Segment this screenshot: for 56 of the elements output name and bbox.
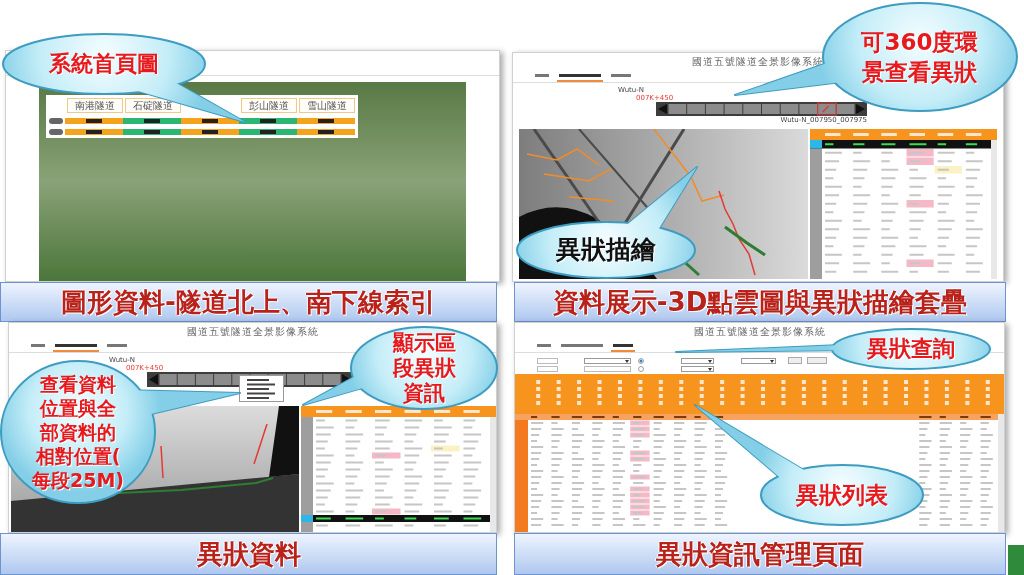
callout-text: 異狀查詢 bbox=[867, 336, 955, 362]
direction-pill-icon bbox=[49, 118, 63, 124]
radio-button[interactable] bbox=[638, 358, 644, 364]
dropdown-field[interactable] bbox=[681, 366, 714, 372]
tunnel-segment[interactable] bbox=[239, 129, 297, 135]
tab[interactable] bbox=[557, 73, 603, 82]
dropdown-field[interactable] bbox=[741, 358, 776, 364]
panel-caption: 異狀資料 bbox=[0, 533, 497, 575]
tunnel-header-cell[interactable]: 彭山隧道 bbox=[241, 98, 297, 113]
radio-button[interactable] bbox=[638, 366, 644, 372]
callout-text: 查看資料 位置與全 部資料的 相對位置( 每段25M) bbox=[32, 372, 124, 492]
tunnel-header-cell[interactable]: 南港隧道 bbox=[67, 98, 123, 113]
input-field[interactable] bbox=[537, 366, 558, 372]
tag-icon bbox=[202, 130, 218, 134]
callout-text: 異狀列表 bbox=[796, 481, 888, 509]
tunnel-segment[interactable] bbox=[65, 129, 123, 135]
tab[interactable] bbox=[53, 343, 99, 352]
callout-text: 可360度環 景查看異狀 bbox=[861, 28, 979, 87]
callout-text: 系統首頁圖 bbox=[49, 51, 159, 77]
callout-text: 異狀描繪 bbox=[556, 236, 656, 264]
tab[interactable] bbox=[611, 343, 635, 352]
image-strip[interactable] bbox=[656, 102, 867, 116]
caret-icon bbox=[770, 359, 774, 363]
window-title: 國道五號隧道全景影像系統 bbox=[186, 326, 319, 338]
callout-text: 顯示區 段異狀 資訊 bbox=[392, 330, 456, 406]
panel-caption: 異狀資訊管理頁面 bbox=[514, 533, 1006, 575]
tag-icon bbox=[260, 130, 276, 134]
popup-menu-drawing bbox=[239, 375, 284, 402]
tunnel-segment[interactable] bbox=[239, 118, 297, 124]
tunnel-segment[interactable] bbox=[297, 118, 355, 124]
panel-caption: 資料展示-3D點雲圖與異狀描繪套疊 bbox=[514, 282, 1006, 322]
tunnel-segment[interactable] bbox=[181, 118, 239, 124]
dropdown-field[interactable] bbox=[584, 358, 631, 364]
tag-icon bbox=[86, 119, 102, 123]
window-title: 國道五號隧道全景影像系統 bbox=[693, 326, 826, 338]
caret-icon bbox=[625, 359, 629, 363]
tag-icon bbox=[260, 119, 276, 123]
tunnel-segment[interactable] bbox=[123, 129, 181, 135]
tag-icon bbox=[202, 119, 218, 123]
tunnel-segment[interactable] bbox=[65, 118, 123, 124]
input-field[interactable] bbox=[537, 358, 558, 364]
tag-icon bbox=[318, 130, 334, 134]
corner-decoration bbox=[1008, 545, 1024, 575]
tunnel-header-cell[interactable]: 石碇隧道 bbox=[125, 98, 181, 113]
tag-icon bbox=[318, 119, 334, 123]
tag-icon bbox=[86, 130, 102, 134]
panel-caption: 圖形資料-隧道北上、南下線索引 bbox=[0, 282, 497, 322]
input-field[interactable] bbox=[584, 366, 631, 372]
tunnel-segment[interactable] bbox=[123, 118, 181, 124]
tag-icon bbox=[144, 130, 160, 134]
tunnel-header-cell[interactable]: 雪山隧道 bbox=[299, 98, 355, 113]
tunnel-segment[interactable] bbox=[297, 129, 355, 135]
dropdown-field[interactable] bbox=[681, 358, 714, 364]
tag-icon bbox=[144, 119, 160, 123]
direction-pill-icon bbox=[49, 129, 63, 135]
tunnel-segment[interactable] bbox=[181, 129, 239, 135]
